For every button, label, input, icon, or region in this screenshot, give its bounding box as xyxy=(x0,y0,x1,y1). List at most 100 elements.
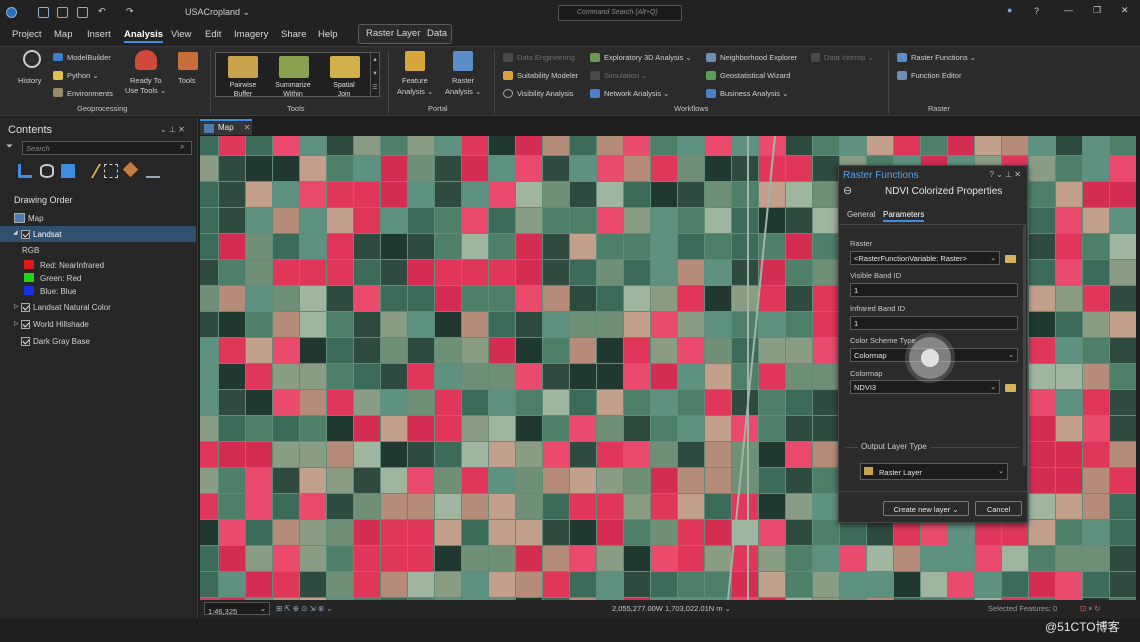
tab-help[interactable]: Help xyxy=(318,29,338,40)
selection-icon[interactable] xyxy=(61,164,75,178)
data-interop-button[interactable]: Data Interop ⌄ xyxy=(824,53,874,62)
project-name[interactable]: USACropland ⌄ xyxy=(185,7,250,18)
feature-analysis-label-1[interactable]: Feature xyxy=(402,76,428,85)
notification-icon[interactable]: ● xyxy=(1007,5,1012,15)
help-icon[interactable]: ? xyxy=(1034,6,1039,16)
coordinates-readout[interactable]: 2,055,277.00W 1,703,022.01N m ⌄ xyxy=(612,604,731,613)
search-icon[interactable]: ⌕ xyxy=(180,142,184,152)
redo-icon[interactable]: ↷ xyxy=(126,6,134,17)
save-icon[interactable] xyxy=(77,7,88,18)
browse-colormap-icon[interactable] xyxy=(1005,384,1016,392)
minimize-icon[interactable]: — xyxy=(1064,5,1073,15)
scale-select[interactable]: 1:46,325 ⌄ xyxy=(204,602,270,616)
python-button[interactable]: Python ⌄ xyxy=(67,71,99,80)
labeling-icon[interactable] xyxy=(122,161,139,178)
filter-icon[interactable]: ⏷ xyxy=(6,141,13,152)
cancel-button[interactable]: Cancel xyxy=(975,501,1022,516)
colormap-select[interactable]: NDVI3 ⌄ xyxy=(850,380,1000,394)
exploratory-3d-button[interactable]: Exploratory 3D Analysis ⌄ xyxy=(604,53,692,62)
simulation-button[interactable]: Simulation ⌄ xyxy=(604,71,647,80)
layer-map[interactable]: Map xyxy=(28,214,44,223)
business-analysis-button[interactable]: Business Analysis ⌄ xyxy=(720,89,788,98)
map-tools-icon[interactable]: ⊞ ⇱ ⊕ ⊙ ⇲ ⊗ ⌄ xyxy=(276,604,333,613)
geostatistical-wizard-button[interactable]: Geostatistical Wizard xyxy=(720,71,790,80)
tools-button[interactable]: Tools xyxy=(178,76,196,85)
back-icon[interactable]: ⊖ xyxy=(843,184,852,197)
raster-functions-button[interactable]: Raster Functions ⌄ xyxy=(911,53,976,62)
raster-select[interactable]: <RasterFunctionVariable: Raster> ⌄ xyxy=(850,251,1000,265)
feature-analysis-label-2[interactable]: Analysis ⌄ xyxy=(397,87,433,96)
tab-insert[interactable]: Insert xyxy=(87,29,111,40)
tab-map[interactable]: Map xyxy=(54,29,72,40)
pane-options-icon[interactable]: ⌄ ⊥ ✕ xyxy=(160,125,185,134)
expand-icon[interactable]: ▷ xyxy=(14,320,19,327)
chart-icon[interactable] xyxy=(146,164,160,178)
data-source-icon[interactable] xyxy=(40,164,54,178)
crop-field xyxy=(597,390,623,415)
checkbox-natural-color[interactable] xyxy=(21,303,30,312)
tab-map-view[interactable]: Map ✕ xyxy=(200,119,252,135)
crop-field xyxy=(516,338,542,363)
crop-field xyxy=(246,312,272,337)
summarize-within-button[interactable]: Summarize Within xyxy=(268,81,318,99)
checkbox-dark-gray[interactable] xyxy=(21,337,30,346)
checkbox-landsat[interactable] xyxy=(21,230,30,239)
tab-data[interactable]: Data xyxy=(427,28,447,39)
suitability-modeler-button[interactable]: Suitability Modeler xyxy=(517,71,578,80)
create-new-layer-button[interactable]: Create new layer ⌄ xyxy=(883,501,969,516)
checkbox-hillshade[interactable] xyxy=(21,320,30,329)
pairwise-buffer-button[interactable]: Pairwise Buffer xyxy=(218,81,268,99)
tab-view[interactable]: View xyxy=(171,29,191,40)
open-folder-icon[interactable] xyxy=(57,7,68,18)
crop-field xyxy=(462,338,488,363)
crop-field xyxy=(1083,260,1109,285)
data-engineering-button[interactable]: Data Engineering xyxy=(517,53,575,62)
ready-to-use-label-2[interactable]: Use Tools ⌄ xyxy=(125,86,166,95)
crop-field xyxy=(327,546,353,571)
visible-band-input[interactable]: 1 xyxy=(850,283,1018,297)
expand-icon[interactable]: ▷ xyxy=(14,303,19,310)
tab-edit[interactable]: Edit xyxy=(205,29,221,40)
tab-general[interactable]: General xyxy=(847,210,875,219)
output-layer-type-select[interactable]: Raster Layer ⌄ xyxy=(860,463,1008,480)
restore-icon[interactable]: ❐ xyxy=(1093,5,1101,16)
new-project-icon[interactable] xyxy=(38,7,49,18)
layer-landsat-natural-color[interactable]: Landsat Natural Color xyxy=(33,303,111,312)
tab-raster-layer[interactable]: Raster Layer xyxy=(366,28,420,39)
tab-analysis[interactable]: Analysis xyxy=(124,29,164,43)
crop-field xyxy=(1056,156,1082,181)
tab-project[interactable]: Project xyxy=(12,29,42,40)
neighborhood-explorer-button[interactable]: Neighborhood Explorer xyxy=(720,53,797,62)
gallery-scroll[interactable]: ▲ ▼ ☰ xyxy=(370,53,379,96)
spatial-join-button[interactable]: Spatial Join xyxy=(319,81,369,99)
layer-dark-gray-base[interactable]: Dark Gray Base xyxy=(33,337,90,346)
layer-world-hillshade[interactable]: World Hillshade xyxy=(33,320,89,329)
tab-parameters[interactable]: Parameters xyxy=(883,210,925,222)
network-analysis-button[interactable]: Network Analysis ⌄ xyxy=(604,89,669,98)
function-editor-button[interactable]: Function Editor xyxy=(911,71,961,80)
browse-folder-icon[interactable] xyxy=(1005,255,1016,263)
raster-analysis-label-1[interactable]: Raster xyxy=(452,76,474,85)
history-button[interactable]: History xyxy=(18,76,41,85)
dialog-controls-icon[interactable]: ? ⌄ ⊥ ✕ xyxy=(990,170,1022,179)
undo-icon[interactable]: ↶ xyxy=(98,6,106,17)
collapse-icon[interactable]: ◢ xyxy=(13,229,18,236)
dialog-scrollbar[interactable] xyxy=(1023,226,1026,466)
layer-landsat[interactable]: Landsat xyxy=(33,230,61,239)
infrared-band-input[interactable]: 1 xyxy=(850,316,1018,330)
raster-analysis-label-2[interactable]: Analysis ⌄ xyxy=(445,87,481,96)
editing-icon[interactable] xyxy=(78,164,102,178)
close-tab-icon[interactable]: ✕ xyxy=(244,123,251,132)
modelbuilder-button[interactable]: ModelBuilder xyxy=(67,53,111,62)
visibility-analysis-button[interactable]: Visibility Analysis xyxy=(517,89,574,98)
environments-button[interactable]: Environments xyxy=(67,89,113,98)
status-tools-icon[interactable]: ⊡ ⏸ ↻ xyxy=(1080,604,1101,614)
snapping-icon[interactable] xyxy=(104,164,118,178)
tab-imagery[interactable]: Imagery xyxy=(234,29,268,40)
command-search-input[interactable]: Command Search (Alt+Q) xyxy=(558,5,682,21)
contents-search-input[interactable]: Search xyxy=(22,141,192,155)
ready-to-use-label-1[interactable]: Ready To xyxy=(130,76,162,85)
drawing-order-icon[interactable] xyxy=(18,164,32,178)
close-icon[interactable]: ✕ xyxy=(1121,5,1129,16)
tab-share[interactable]: Share xyxy=(281,29,306,40)
